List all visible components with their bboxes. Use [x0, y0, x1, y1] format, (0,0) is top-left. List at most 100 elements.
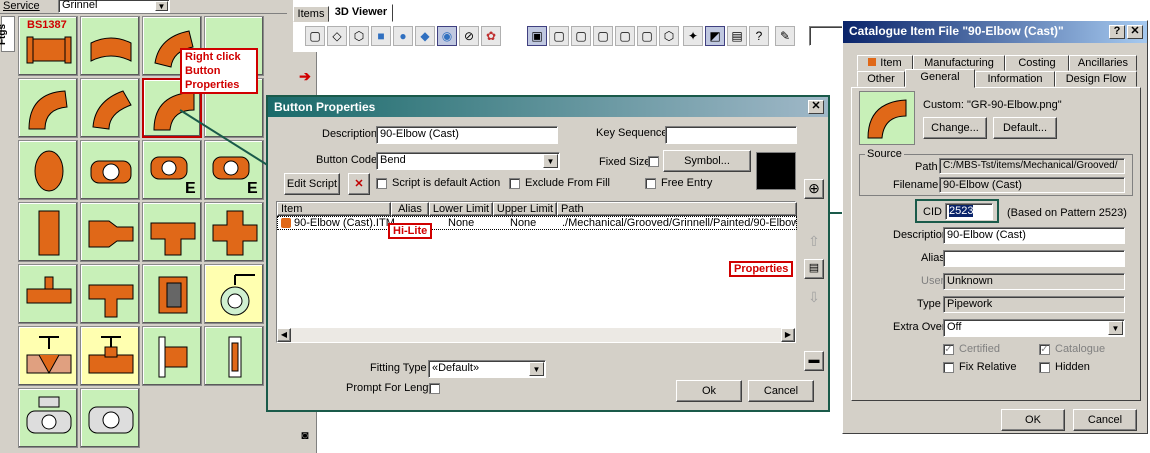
description-input[interactable]: 90-Elbow (Cast) — [943, 227, 1125, 244]
button-properties-dialog: Button Properties ✕ Description 90-Elbow… — [266, 95, 830, 412]
symbol-button[interactable]: Symbol... — [663, 150, 751, 172]
description-label: Description — [322, 128, 378, 140]
key-sequence-input[interactable] — [665, 126, 797, 144]
list-header: Item Alias Lower Limit Upper Limit Path — [277, 202, 797, 216]
column-alias[interactable]: Alias — [391, 202, 429, 216]
extra-over-value: Off — [947, 321, 962, 333]
cid-label: CID — [923, 206, 942, 218]
fix-relative-label: Fix Relative — [959, 361, 1017, 373]
cid-value: 2523 — [949, 205, 974, 217]
properties-annotation: Properties — [729, 261, 794, 277]
cid-input[interactable]: 2523 — [945, 203, 993, 220]
chevron-down-icon[interactable]: ▼ — [529, 362, 544, 376]
symbol-preview — [756, 152, 796, 190]
move-up-icon[interactable]: ⇧ — [804, 233, 824, 253]
alias-label: Alias — [921, 252, 945, 264]
hidden-checkbox[interactable] — [1039, 362, 1050, 373]
row-upper-limit: None — [510, 217, 537, 229]
close-icon[interactable]: ✕ — [808, 100, 824, 114]
exclude-fill-label: Exclude From Fill — [525, 177, 610, 189]
row-lower-limit: None — [448, 217, 475, 229]
type-field: Pipework — [943, 296, 1125, 313]
row-item: 90-Elbow (Cast).ITM — [294, 217, 395, 229]
add-icon[interactable]: ⊕ — [804, 179, 824, 199]
tab-item-label: Item — [880, 57, 902, 69]
column-path[interactable]: Path — [557, 202, 797, 216]
catalogue-checkbox — [1039, 344, 1050, 355]
free-entry-label: Free Entry — [661, 177, 713, 189]
catalogue-label: Catalogue — [1055, 343, 1106, 355]
script-default-label: Script is default Action — [392, 177, 501, 189]
remove-icon[interactable]: ▬ — [804, 351, 824, 371]
default-image-button[interactable]: Default... — [993, 117, 1057, 139]
image-name: Custom: "GR-90-Elbow.png" — [923, 99, 1062, 111]
close-icon[interactable]: ✕ — [1127, 25, 1143, 39]
delete-script-icon[interactable]: ✕ — [348, 173, 370, 195]
type-label: Type — [917, 298, 941, 310]
button-code-label: Button Code — [316, 154, 378, 166]
fitting-type-label: Fitting Type — [370, 362, 427, 374]
script-default-checkbox[interactable] — [376, 178, 387, 189]
description-input[interactable]: 90-Elbow (Cast) — [376, 126, 558, 144]
catalogue-item-dialog: Catalogue Item File "90-Elbow (Cast)" ? … — [842, 20, 1148, 434]
tab-other[interactable]: Other — [857, 71, 905, 87]
catalogue-title: Catalogue Item File "90-Elbow (Cast)" — [843, 21, 1147, 43]
prompt-length-checkbox[interactable] — [429, 383, 440, 394]
scroll-right-icon[interactable]: ▶ — [781, 328, 795, 342]
free-entry-checkbox[interactable] — [645, 178, 656, 189]
tab-costing[interactable]: Costing — [1005, 55, 1069, 71]
help-icon[interactable]: ? — [1109, 25, 1125, 39]
chevron-down-icon[interactable]: ▼ — [543, 154, 558, 168]
certified-label: Certified — [959, 343, 1000, 355]
cancel-button[interactable]: Cancel — [1073, 409, 1137, 431]
hidden-label: Hidden — [1055, 361, 1090, 373]
ok-button[interactable]: Ok — [676, 380, 742, 402]
tab-general[interactable]: General — [905, 69, 975, 88]
item-image — [859, 91, 915, 145]
hilite-annotation: Hi-Lite — [388, 223, 433, 239]
row-path: ./Mechanical/Grooved/Grinnell/Painted/90… — [562, 217, 796, 229]
fix-relative-checkbox[interactable] — [943, 362, 954, 373]
user-field: Unknown — [943, 273, 1125, 290]
items-list: Item Alias Lower Limit Upper Limit Path … — [276, 201, 797, 343]
path-label: Path — [915, 161, 938, 173]
scroll-left-icon[interactable]: ◀ — [277, 328, 291, 342]
certified-checkbox — [943, 344, 954, 355]
tab-ancillaries[interactable]: Ancillaries — [1069, 55, 1137, 71]
button-code-select[interactable]: Bend ▼ — [376, 152, 560, 170]
horizontal-scrollbar[interactable]: ◀ ▶ — [277, 328, 795, 342]
elbow-90-fitting-icon — [867, 99, 907, 139]
tab-design-flow[interactable]: Design Flow — [1055, 71, 1137, 87]
prompt-length-label: Prompt For Length — [346, 382, 438, 394]
cancel-button[interactable]: Cancel — [748, 380, 814, 402]
user-label: User — [921, 275, 945, 287]
column-upper-limit[interactable]: Upper Limit — [493, 202, 557, 216]
extra-over-label: Extra Over — [893, 321, 946, 333]
path-field: C:/MBS-Tst/items/Mechanical/Grooved/ — [939, 158, 1125, 174]
fitting-type-select[interactable]: «Default» ▼ — [428, 360, 546, 378]
extra-over-select[interactable]: Off ▼ — [943, 319, 1125, 337]
cid-pattern-note: (Based on Pattern 2523) — [1007, 207, 1127, 219]
elbow-item-icon — [281, 218, 291, 228]
column-lower-limit[interactable]: Lower Limit — [429, 202, 493, 216]
filename-label: Filename — [893, 179, 939, 191]
ok-button[interactable]: OK — [1001, 409, 1065, 431]
change-image-button[interactable]: Change... — [923, 117, 987, 139]
source-label: Source — [865, 148, 904, 160]
elbow-tab-icon — [868, 58, 877, 66]
fixed-size-label: Fixed Size — [599, 156, 651, 168]
description-label: Description — [893, 229, 949, 241]
tab-information[interactable]: Information — [975, 71, 1055, 87]
fitting-type-value: «Default» — [432, 362, 480, 374]
fixed-size-checkbox[interactable] — [648, 156, 659, 167]
column-item[interactable]: Item — [277, 202, 391, 216]
key-sequence-label: Key Sequence — [596, 127, 668, 139]
exclude-fill-checkbox[interactable] — [509, 178, 520, 189]
chevron-down-icon[interactable]: ▼ — [1108, 321, 1123, 335]
move-down-icon[interactable]: ⇩ — [804, 289, 824, 309]
alias-input[interactable] — [943, 250, 1125, 267]
item-properties-icon[interactable]: ▤ — [804, 259, 824, 279]
filename-field: 90-Elbow (Cast) — [939, 177, 1125, 193]
table-row[interactable]: 90-Elbow (Cast).ITM None None ./Mechanic… — [277, 216, 797, 230]
edit-script-button[interactable]: Edit Script — [284, 173, 340, 195]
